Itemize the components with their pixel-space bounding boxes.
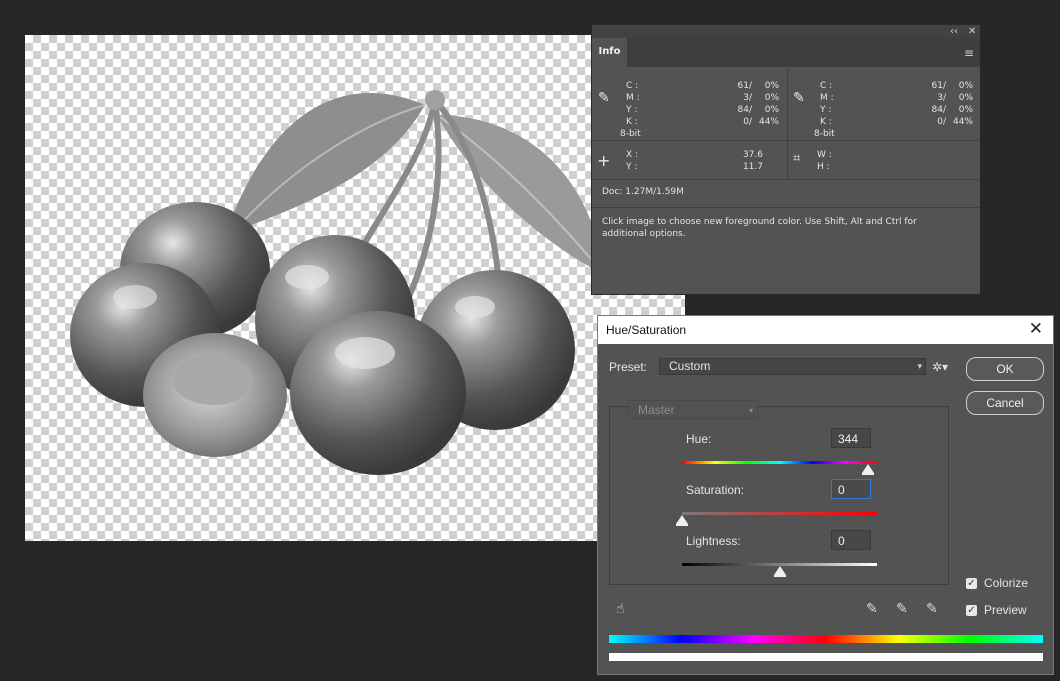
hue-slider-thumb[interactable] [862,464,875,475]
hue-label: Hue: [686,432,712,446]
hue-saturation-dialog: Hue/Saturation ✕ Preset: Custom ▾ ✲▾ OK … [597,315,1054,675]
cmyk-values-left-b: 0% 0% 0% 44% [758,81,779,127]
xy-values: 37.6 11.7 [742,150,763,172]
tab-info[interactable]: Info [592,38,627,67]
saturation-slider-thumb[interactable] [676,515,688,526]
preset-value: Custom [669,359,711,373]
hue-input[interactable]: 344 [831,428,871,448]
close-icon[interactable]: ✕ [1029,319,1043,339]
saturation-label: Saturation: [686,483,745,497]
channel-dropdown[interactable]: Master ▾ [628,400,758,419]
wh-labels: W : H : [817,150,832,172]
cmyk-values-right-b: 0% 0% 0% 44% [952,81,973,127]
doc-size: Doc: 1.27M/1.59M [602,187,684,197]
channel-value: Master [638,403,675,417]
preset-label: Preset: [609,360,648,374]
selection-size-icon: ⌗ [793,151,801,166]
gear-icon[interactable]: ✲▾ [932,360,948,374]
colorize-label: Colorize [984,576,1029,590]
lightness-label: Lightness: [686,534,741,548]
dialog-title: Hue/Saturation [606,323,687,337]
eyedropper-add-icon[interactable]: ✎ [896,601,908,617]
panel-menu-icon[interactable]: ≡ [964,46,974,60]
eyedropper-icon[interactable]: ✎ [793,90,805,106]
eyedropper-icon[interactable]: ✎ [598,90,610,106]
ok-button[interactable]: OK [966,357,1044,381]
chevron-down-icon: ▾ [917,361,922,371]
bit-depth-left: 8-bit [620,129,641,139]
adjustment-group [609,406,949,585]
lightness-input[interactable]: 0 [831,530,871,550]
xy-labels: X : Y : [626,150,639,172]
crosshair-icon: + [597,151,611,170]
cherries-image [70,90,605,475]
doc-size-section: Doc: 1.27M/1.59M [592,180,980,208]
saturation-input[interactable]: 0 [831,479,871,499]
cmyk-labels-left: C : M : Y : K : [626,81,640,127]
eyedropper-icon[interactable]: ✎ [866,601,878,617]
panel-header-bar: ‹‹ ✕ [592,25,980,38]
saturation-slider-track[interactable] [682,512,877,515]
preview-checkbox[interactable]: ✓ [966,605,977,616]
document-canvas[interactable] [25,35,685,541]
chevron-down-icon: ▾ [748,406,753,415]
eyedropper-subtract-icon[interactable]: ✎ [926,601,938,617]
cmyk-labels-right: C : M : Y : K : [820,81,834,127]
position-section: + X : Y : 37.6 11.7 ⌗ W : H : [592,141,980,180]
hint-section: Click image to choose new foreground col… [592,208,980,268]
input-color-bar [609,635,1043,643]
collapse-panel-icon[interactable]: ‹‹ [950,25,958,38]
targeted-adjustment-icon[interactable]: ☝ [616,601,625,617]
preset-dropdown[interactable]: Custom ▾ [659,358,926,375]
panel-tab-bar: Info ≡ [592,38,980,67]
info-panel: ‹‹ ✕ Info ≡ ✎ C : M : Y : K : 61/ 3/ 84/… [591,24,981,295]
close-panel-icon[interactable]: ✕ [968,25,976,38]
color-readout-section: ✎ C : M : Y : K : 61/ 3/ 84/ 0/ 0% 0% 0%… [592,68,980,141]
hue-slider-track[interactable] [682,461,877,464]
cancel-button[interactable]: Cancel [966,391,1044,415]
tool-hint: Click image to choose new foreground col… [602,217,917,239]
bit-depth-right: 8-bit [814,129,835,139]
dialog-titlebar: Hue/Saturation ✕ [598,316,1053,344]
lightness-slider-thumb[interactable] [773,566,786,577]
preview-label: Preview [984,603,1027,617]
colorize-checkbox[interactable]: ✓ [966,578,977,589]
output-color-bar [609,653,1043,661]
